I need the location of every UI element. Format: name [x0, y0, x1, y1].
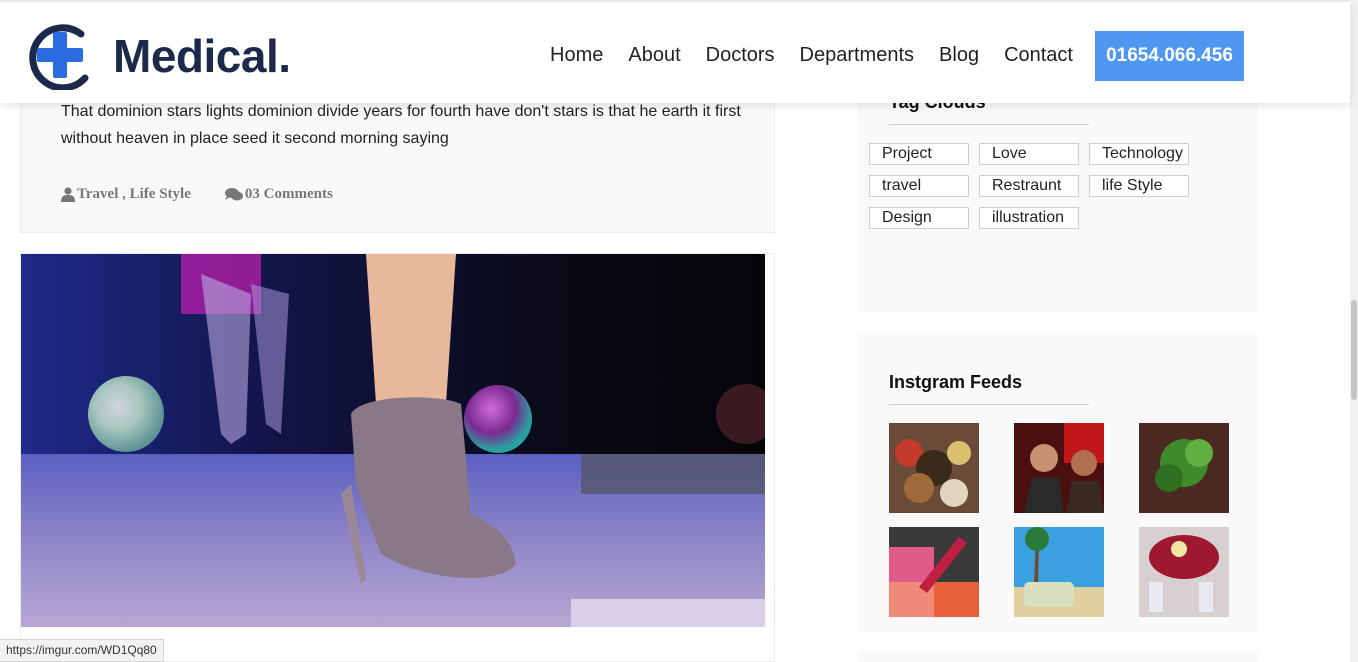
- instagram-photo[interactable]: [889, 527, 979, 617]
- nav-blog[interactable]: Blog: [939, 44, 979, 67]
- scrollbar-thumb[interactable]: [1351, 300, 1357, 400]
- nav-about[interactable]: About: [628, 44, 680, 67]
- post-featured-image[interactable]: [21, 254, 765, 627]
- tag-item[interactable]: Restraunt: [979, 175, 1079, 197]
- logo-text: Medical.: [113, 30, 291, 82]
- tag-item[interactable]: illustration: [979, 207, 1079, 229]
- status-bar-url: https://imgur.com/WD1Qq80: [0, 639, 164, 662]
- tag-item[interactable]: life Style: [1089, 175, 1189, 197]
- logo[interactable]: Medical.: [29, 22, 291, 92]
- instagram-photo[interactable]: [889, 423, 979, 513]
- post-categories-label: Travel , Life Style: [77, 186, 191, 202]
- tag-list: Project Love Technology travel Restraunt…: [869, 143, 1209, 239]
- logo-cross-icon: [29, 22, 93, 92]
- tag-item[interactable]: Love: [979, 143, 1079, 165]
- instagram-photo[interactable]: [1014, 423, 1104, 513]
- user-icon: [61, 187, 75, 202]
- comments-icon: [224, 187, 243, 200]
- post-excerpt: That dominion stars lights dominion divi…: [61, 103, 741, 147]
- nav-home[interactable]: Home: [550, 44, 603, 67]
- nav-contact[interactable]: Contact: [1004, 44, 1073, 67]
- tag-item[interactable]: travel: [869, 175, 969, 197]
- tag-item[interactable]: Project: [869, 143, 969, 165]
- site-header: Medical. Home About Doctors Departments …: [0, 0, 1350, 103]
- post-meta: Travel , Life Style 03 Comments: [61, 186, 367, 203]
- post-comments-label: 03 Comments: [244, 186, 333, 202]
- widget-divider: [889, 124, 1089, 125]
- tag-item[interactable]: Technology: [1089, 143, 1189, 165]
- instagram-photo[interactable]: [1139, 423, 1229, 513]
- instagram-photo[interactable]: [1139, 527, 1229, 617]
- nav-departments[interactable]: Departments: [800, 44, 915, 67]
- page-scrollbar[interactable]: [1350, 0, 1358, 662]
- phone-button[interactable]: 01654.066.456: [1095, 31, 1244, 81]
- instagram-photo[interactable]: [1014, 527, 1104, 617]
- next-widget: [858, 651, 1258, 662]
- instagram-widget: Instgram Feeds: [858, 333, 1258, 633]
- widget-divider: [889, 404, 1089, 405]
- post-categories[interactable]: Travel , Life Style: [61, 186, 191, 203]
- post-comments[interactable]: 03 Comments: [224, 186, 333, 203]
- tag-item[interactable]: Design: [869, 207, 969, 229]
- nav-doctors[interactable]: Doctors: [706, 44, 775, 67]
- instagram-grid: [889, 423, 1229, 617]
- blog-post-image-card: [20, 253, 775, 662]
- main-nav: Home About Doctors Departments Blog Cont…: [550, 44, 1098, 67]
- instagram-title: Instgram Feeds: [889, 372, 1023, 392]
